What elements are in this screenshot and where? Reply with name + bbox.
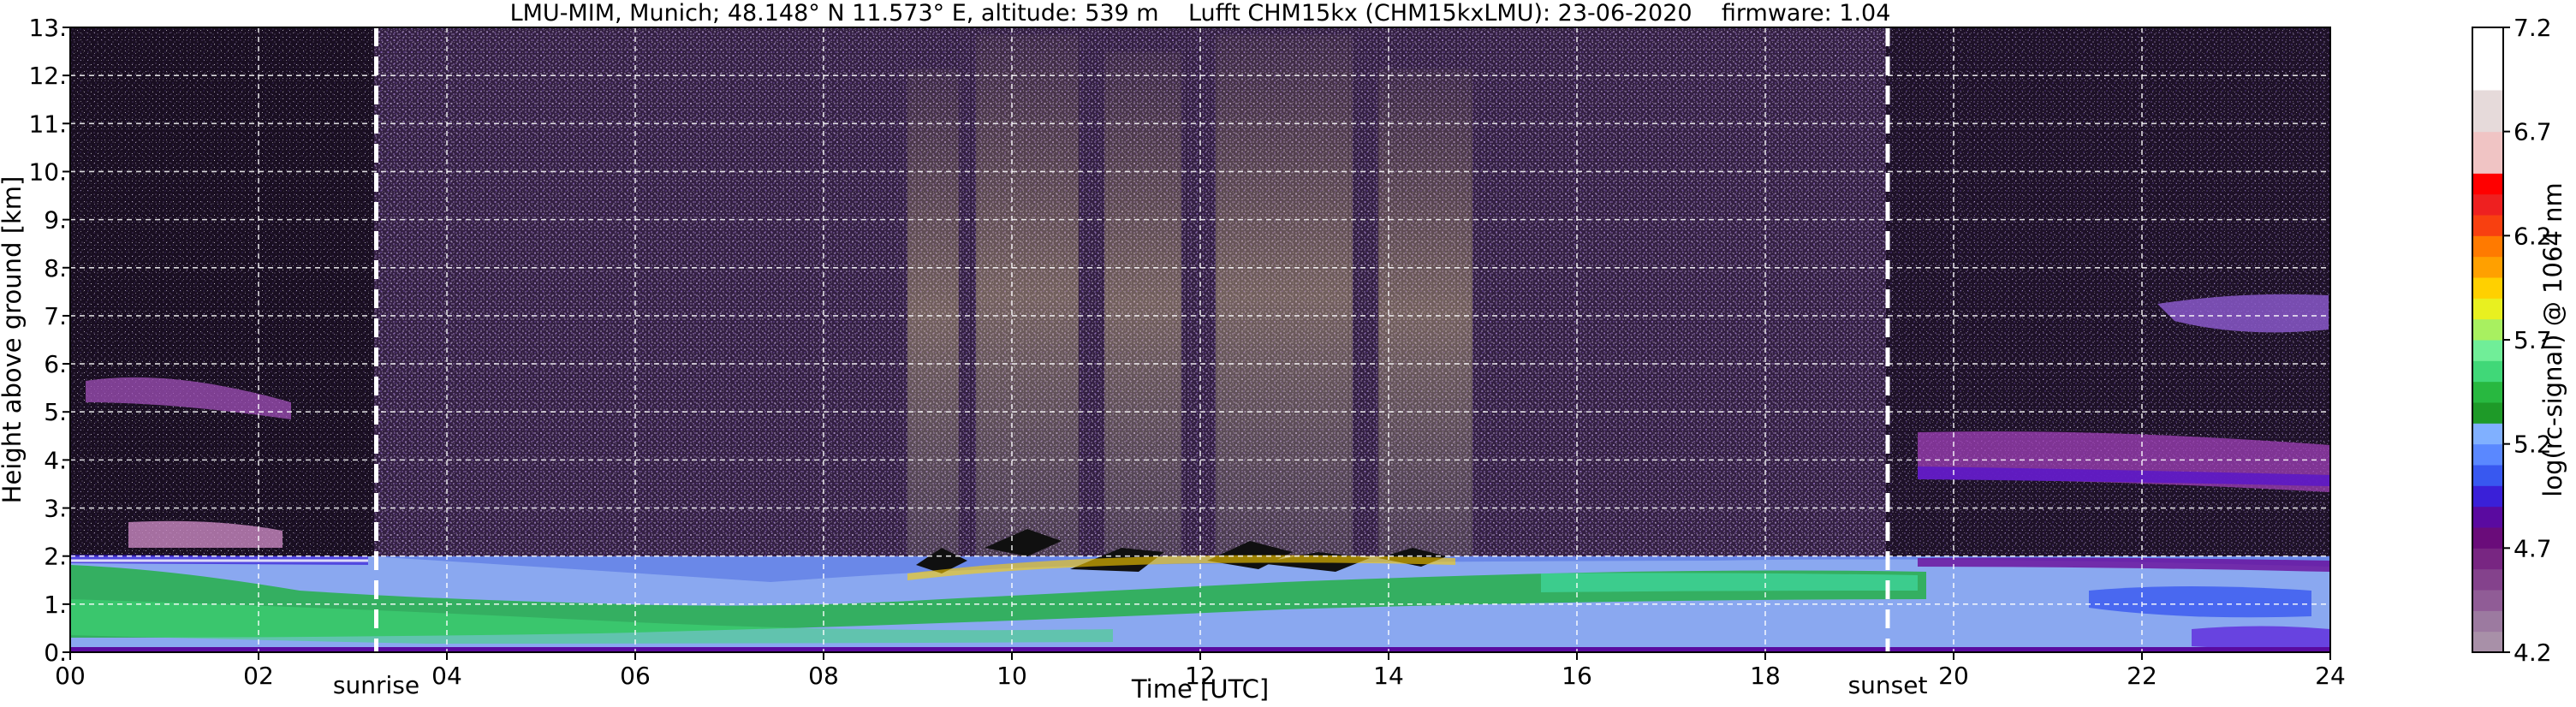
x-tick-label: 22 xyxy=(2127,662,2157,690)
y-tick-label: 0. xyxy=(44,639,67,667)
colorbar-band xyxy=(2472,256,2503,278)
event-label-sunrise: sunrise xyxy=(333,671,419,699)
colorbar-band xyxy=(2472,402,2503,424)
x-tick-label: 06 xyxy=(620,662,651,690)
y-axis-label: Height above ground [km] xyxy=(0,176,27,504)
y-tick-label: 5. xyxy=(44,398,67,426)
x-axis-label: Time [UTC] xyxy=(1131,674,1269,704)
colorbar-tick-label: 4.7 xyxy=(2514,534,2552,562)
y-axis: 0. 1. 2. 3. 4. 5. 6. 7. 8. 9. 10. 11. 12. 13. xyxy=(28,14,70,667)
y-tick-label: 9. xyxy=(44,206,67,235)
y-tick-label: 6. xyxy=(44,350,67,378)
y-tick-label: 8. xyxy=(44,254,67,282)
y-tick-label: 12. xyxy=(28,62,67,90)
x-tick-label: 16 xyxy=(1562,662,1592,690)
colorbar-band xyxy=(2472,173,2503,195)
y-tick-label: 1. xyxy=(44,591,67,619)
colorbar-band xyxy=(2472,465,2503,486)
colorbar-band xyxy=(2472,298,2503,320)
colorbar-band xyxy=(2472,548,2503,570)
y-tick-label: 10. xyxy=(28,157,67,186)
colorbar-band xyxy=(2472,193,2503,216)
colorbar-band xyxy=(2472,527,2503,549)
colorbar-band xyxy=(2472,27,2503,91)
colorbar-band xyxy=(2472,381,2503,403)
colorbar-band xyxy=(2472,318,2503,341)
colorbar-band xyxy=(2472,506,2503,528)
colorbar-band xyxy=(2472,568,2503,591)
x-tick-label: 02 xyxy=(243,662,274,690)
x-tick-label: 08 xyxy=(808,662,839,690)
event-label-sunset: sunset xyxy=(1848,671,1928,699)
colorbar-tick-label: 7.2 xyxy=(2514,14,2552,42)
colorbar xyxy=(2472,27,2503,653)
x-tick-label: 04 xyxy=(431,662,462,690)
colorbar-band xyxy=(2472,610,2503,633)
x-tick-label: 20 xyxy=(1938,662,1969,690)
colorbar-label: log(rc-signal) @ 1064 nm xyxy=(2538,182,2567,496)
colorbar-tick-label: 4.2 xyxy=(2514,639,2552,667)
colorbar-band xyxy=(2472,215,2503,236)
y-tick-label: 2. xyxy=(44,543,67,571)
x-tick-label: 10 xyxy=(996,662,1027,690)
colorbar-band xyxy=(2472,131,2503,174)
colorbar-band xyxy=(2472,360,2503,383)
x-tick-label: 14 xyxy=(1373,662,1404,690)
colorbar-band xyxy=(2472,443,2503,466)
chart-title: LMU-MIM, Munich; 48.148° N 11.573° E, al… xyxy=(510,0,1891,27)
colorbar-band xyxy=(2472,277,2503,299)
x-tick-label: 18 xyxy=(1750,662,1781,690)
colorbar-band xyxy=(2472,590,2503,611)
lidar-backscatter-chart: sunrise sunset 00 02 04 06 08 10 12 14 16 18 20 22 24… xyxy=(0,0,2567,704)
y-tick-label: 4. xyxy=(44,446,67,474)
colorbar-band xyxy=(2472,90,2503,133)
y-tick-label: 3. xyxy=(44,495,67,523)
colorbar-tick-label: 6.7 xyxy=(2514,118,2552,146)
y-tick-label: 7. xyxy=(44,302,67,330)
colorbar-band xyxy=(2472,485,2503,508)
colorbar-band xyxy=(2472,235,2503,258)
y-tick-label: 13. xyxy=(28,14,67,42)
y-tick-label: 11. xyxy=(28,110,67,138)
colorbar-band xyxy=(2472,423,2503,445)
colorbar-band xyxy=(2472,631,2503,653)
x-tick-label: 24 xyxy=(2315,662,2346,690)
colorbar-band xyxy=(2472,340,2503,361)
